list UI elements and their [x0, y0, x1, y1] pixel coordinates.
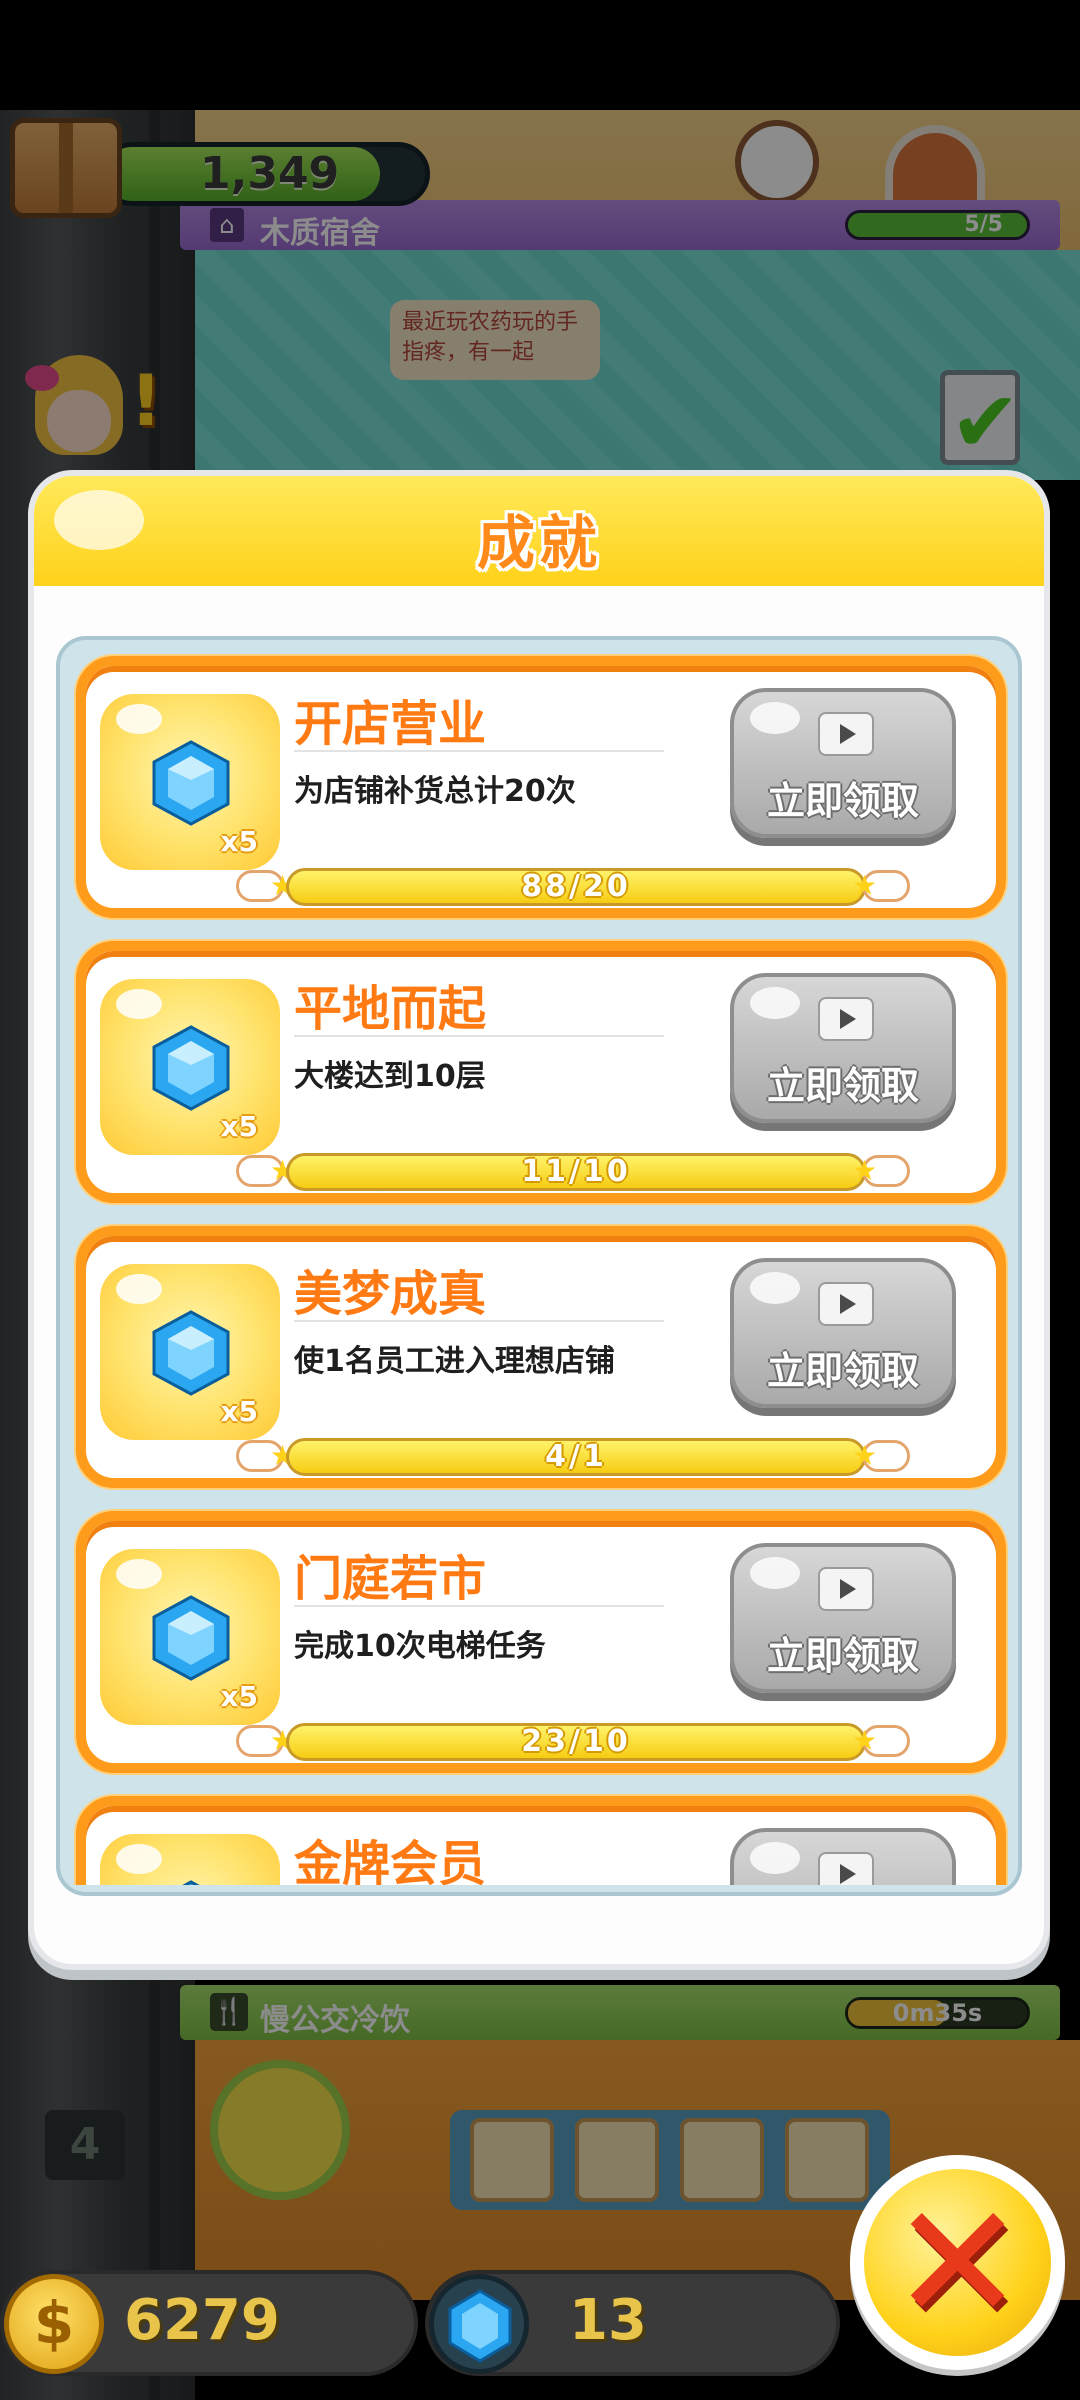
reward-quantity: x5	[220, 1395, 258, 1428]
hand-icon: ★	[236, 1151, 295, 1191]
achievement-list[interactable]: x5 开店营业 为店铺补货总计20次 立即领取 ★ 88/20 ★ x5 平地而起 大楼达到10层…	[56, 636, 1022, 1896]
claim-label: 立即领取	[766, 1634, 919, 1678]
game-screen: ⌂ 木质宿舍 5/5 最近玩农药玩的手指疼，有一起 🍴 慢公交冷饮 0m35s …	[0, 0, 1080, 2400]
play-icon	[818, 997, 874, 1041]
claim-button[interactable]: 立即领取	[730, 1543, 956, 1693]
gem-icon	[152, 1310, 230, 1396]
achievement-progress: 88/20	[286, 868, 866, 906]
achievements-panel: 成就 x5 开店营业 为店铺补货总计20次 立即领取 ★ 88/20 ★ x5 平地而起 大楼达到…	[28, 470, 1050, 1970]
progress-text: 4/1	[545, 1439, 607, 1474]
reward-tile	[100, 1834, 280, 1885]
achievement-title: 美梦成真	[294, 1266, 487, 1322]
claim-button[interactable]: 立即领取	[730, 1258, 956, 1408]
gem-icon	[152, 1880, 230, 1885]
achievement-description: 大楼达到10层	[294, 1059, 486, 1094]
hand-icon: ★	[236, 1721, 295, 1761]
play-icon	[818, 1282, 874, 1326]
claim-label: 立即领取	[766, 1064, 919, 1108]
claim-label: 立即领取	[766, 779, 919, 823]
achievement-title: 金牌会员	[294, 1836, 487, 1885]
achievement-description: 使1名员工进入理想店铺	[294, 1344, 615, 1379]
play-icon	[818, 712, 874, 756]
reward-tile: x5	[100, 694, 280, 870]
hand-icon: ★	[852, 866, 916, 906]
close-icon: ✕	[890, 2169, 1025, 2356]
claim-button[interactable]: 立即领取	[730, 973, 956, 1123]
close-button[interactable]: ✕	[850, 2155, 1065, 2370]
divider	[294, 1320, 664, 1322]
coin-balance[interactable]: $ 6279	[0, 2270, 418, 2376]
achievement-progress: 4/1	[286, 1438, 866, 1476]
gem-balance[interactable]: 13	[425, 2270, 840, 2376]
coin-amount: 6279	[124, 2288, 280, 2353]
panel-title: 成就	[476, 509, 601, 577]
reward-tile: x5	[100, 1549, 280, 1725]
gem-icon	[152, 1595, 230, 1681]
hand-icon: ★	[852, 1151, 916, 1191]
achievement-description: 完成10次电梯任务	[294, 1629, 546, 1664]
achievement-title: 门庭若市	[294, 1551, 487, 1607]
hand-icon: ★	[236, 866, 295, 906]
achievement-card: x5 开店营业为店铺补货总计20次 立即领取 ★ 88/20 ★	[76, 656, 1006, 918]
achievement-card: 金牌会员立即领取★★	[76, 1796, 1006, 1885]
claim-button[interactable]: 立即领取	[730, 1828, 956, 1885]
gem-icon	[152, 740, 230, 826]
progress-text: 23/10	[521, 1724, 631, 1759]
achievement-description: 为店铺补货总计20次	[294, 774, 576, 809]
progress-text: 88/20	[521, 869, 631, 904]
panel-header: 成就	[34, 476, 1044, 586]
reward-quantity: x5	[220, 1110, 258, 1143]
progress-text: 11/10	[521, 1154, 631, 1189]
achievement-progress: 23/10	[286, 1723, 866, 1761]
reward-quantity: x5	[220, 825, 258, 858]
claim-button[interactable]: 立即领取	[730, 688, 956, 838]
play-icon	[818, 1852, 874, 1885]
gem-icon	[152, 1025, 230, 1111]
achievement-progress: 11/10	[286, 1153, 866, 1191]
divider	[294, 1035, 664, 1037]
achievement-card: x5 美梦成真使1名员工进入理想店铺 立即领取 ★ 4/1 ★	[76, 1226, 1006, 1488]
achievement-title: 平地而起	[294, 981, 487, 1037]
gem-icon	[429, 2274, 529, 2374]
divider	[294, 750, 664, 752]
gem-amount: 13	[569, 2288, 647, 2353]
hand-icon: ★	[852, 1721, 916, 1761]
reward-tile: x5	[100, 1264, 280, 1440]
play-icon	[818, 1567, 874, 1611]
achievement-title: 开店营业	[294, 696, 487, 752]
reward-tile: x5	[100, 979, 280, 1155]
divider	[294, 1605, 664, 1607]
reward-quantity: x5	[220, 1680, 258, 1713]
coin-icon: $	[4, 2274, 104, 2374]
hand-icon: ★	[236, 1436, 295, 1476]
achievement-card: x5 门庭若市完成10次电梯任务 立即领取 ★ 23/10 ★	[76, 1511, 1006, 1773]
claim-label: 立即领取	[766, 1349, 919, 1393]
achievement-card: x5 平地而起大楼达到10层 立即领取 ★ 11/10 ★	[76, 941, 1006, 1203]
hand-icon: ★	[852, 1436, 916, 1476]
